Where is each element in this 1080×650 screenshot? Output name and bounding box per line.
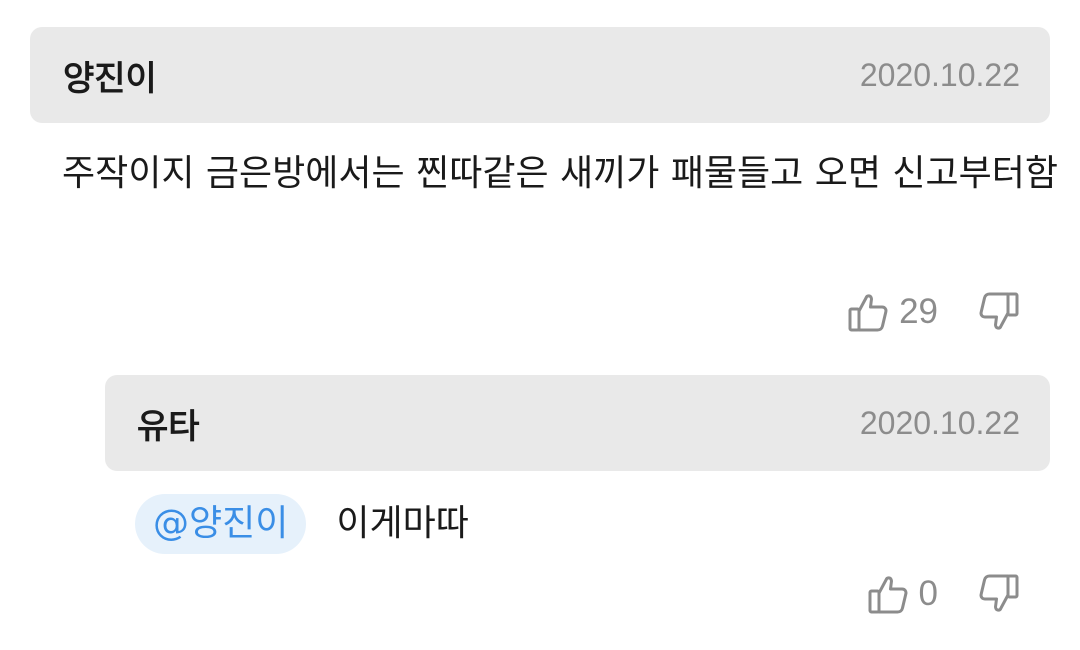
thumbs-up-icon[interactable] [867, 572, 909, 616]
comment-text: 주작이지 금은방에서는 찐따같은 새끼가 패물들고 오면 신고부터함 [62, 153, 1059, 194]
like-count: 29 [899, 292, 938, 331]
comment-actions: 29 [847, 290, 1020, 334]
comment-header: 양진이 2020.10.22 [30, 27, 1050, 123]
comment-author[interactable]: 양진이 [63, 51, 157, 100]
comment-thread: 양진이 2020.10.22 주작이지 금은방에서는 찐따같은 새끼가 패물들고… [0, 0, 1080, 650]
thumbs-down-icon[interactable] [978, 290, 1020, 334]
thumbs-down-icon[interactable] [978, 572, 1020, 616]
comment-author[interactable]: 유타 [137, 399, 200, 448]
comment-date: 2020.10.22 [859, 404, 1020, 441]
thumbs-up-icon[interactable] [847, 290, 889, 334]
mention-tag[interactable]: @양진이 [135, 494, 307, 554]
comment-date: 2020.10.22 [859, 56, 1020, 93]
comment-text: 이게마따 [336, 503, 469, 544]
comment-body: @양진이 이게마따 [135, 488, 1035, 560]
comment-actions: 0 [867, 572, 1020, 616]
comment-header: 유타 2020.10.22 [105, 375, 1050, 471]
like-count: 0 [918, 574, 938, 613]
